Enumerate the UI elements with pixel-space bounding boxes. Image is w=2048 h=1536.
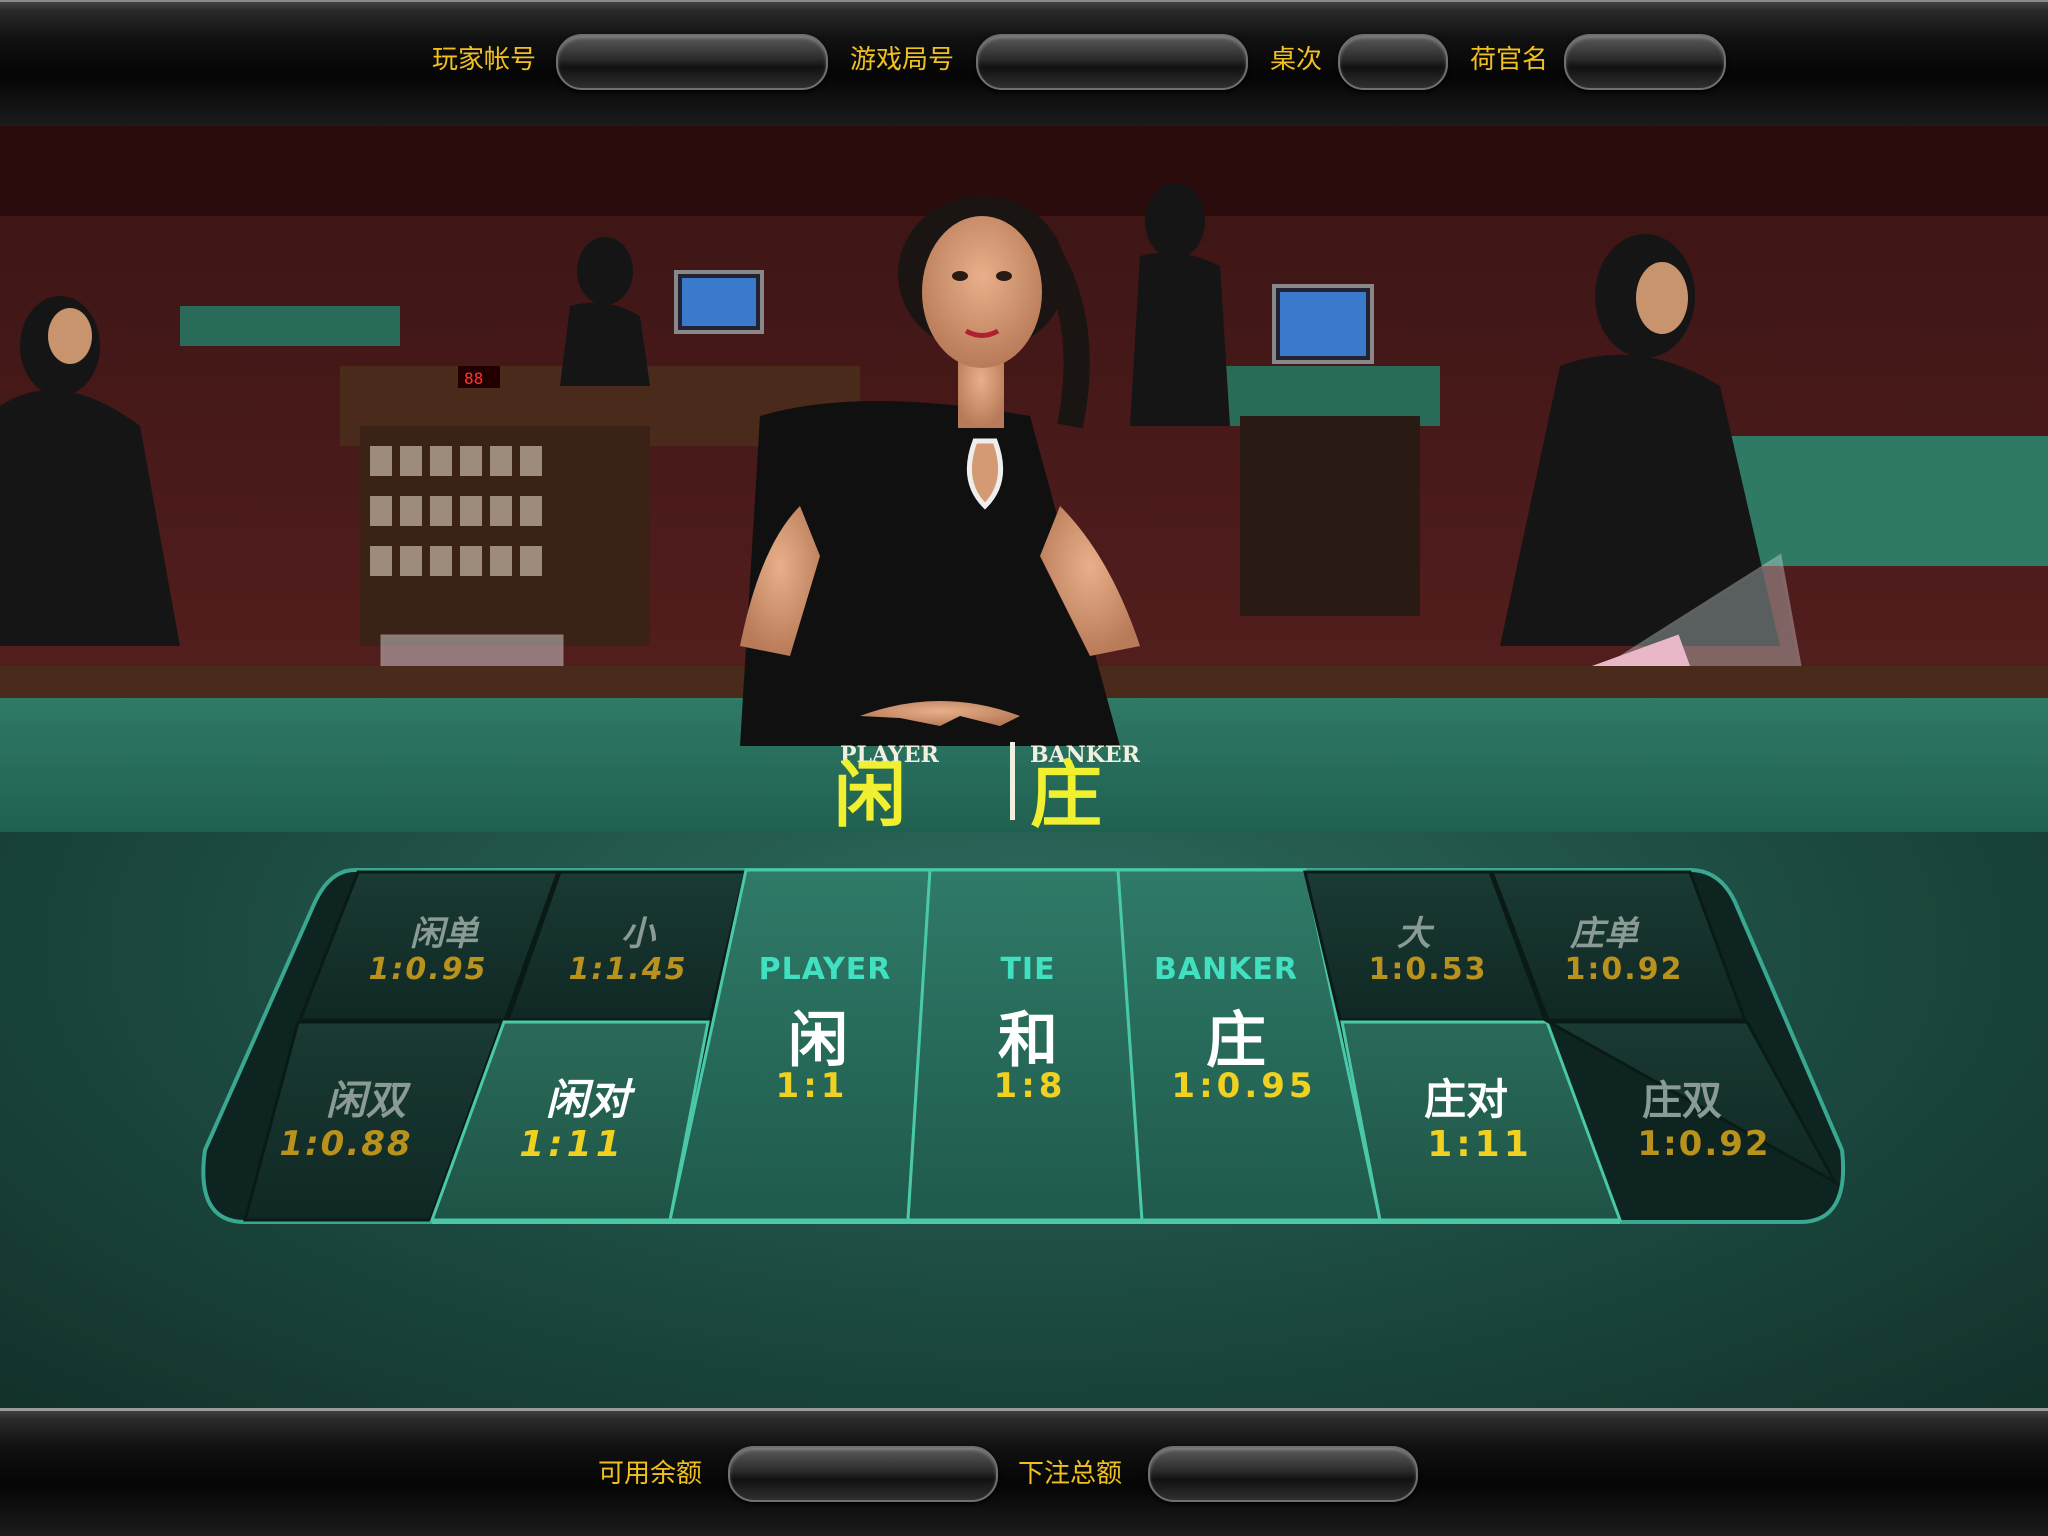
available-balance-label: 可用余额 xyxy=(598,1459,703,1489)
player-account-label: 玩家帐号 xyxy=(432,45,537,75)
small-odds: 1:1.45 xyxy=(568,952,688,987)
tie-odds: 1:8 xyxy=(993,1066,1067,1106)
svg-text:88: 88 xyxy=(464,369,483,388)
small-label: 小 xyxy=(621,914,655,954)
player-account-field xyxy=(556,34,828,90)
dealer-name-label: 荷官名 xyxy=(1470,45,1549,75)
banker-pair-label: 庄对 xyxy=(1423,1075,1509,1124)
dealer-scene-image: 88 PLAYER BANKER 闲 庄 xyxy=(0,126,2048,832)
player-odds: 1:1 xyxy=(775,1066,849,1106)
banker-odd-odds: 1:0.92 xyxy=(1564,952,1684,987)
total-bet-label: 下注总额 xyxy=(1018,1459,1123,1489)
table-label: 桌次 xyxy=(1270,45,1323,75)
round-number-field xyxy=(976,34,1248,90)
banker-title: BANKER xyxy=(1153,952,1299,987)
total-bet-field xyxy=(1148,1446,1418,1502)
banker-even-odds: 1:0.92 xyxy=(1637,1124,1771,1164)
player-even-label: 闲双 xyxy=(326,1078,406,1124)
player-pair-odds: 1:11 xyxy=(519,1124,625,1165)
round-number-label: 游戏局号 xyxy=(850,45,955,75)
player-odd-label: 闲单 xyxy=(410,914,478,954)
big-odds: 1:0.53 xyxy=(1368,952,1488,987)
bottom-info-bar: 可用余额 下注总额 xyxy=(0,1408,2048,1536)
available-balance-field xyxy=(728,1446,998,1502)
banker-pair-odds: 1:11 xyxy=(1427,1124,1533,1165)
top-info-bar: 玩家帐号 游戏局号 桌次 荷官名 xyxy=(0,0,2048,128)
player-odd-odds: 1:0.95 xyxy=(368,952,488,987)
banker-even-label: 庄双 xyxy=(1642,1078,1722,1124)
player-pair-label: 闲对 xyxy=(545,1075,631,1124)
banker-odds: 1:0.95 xyxy=(1171,1066,1317,1106)
tie-title: TIE xyxy=(1000,952,1056,987)
banker-odd-label: 庄单 xyxy=(1570,914,1638,954)
table-field xyxy=(1338,34,1448,90)
player-title: PLAYER xyxy=(758,952,892,987)
felt-logo-banker-zh: 庄 xyxy=(1030,753,1102,832)
player-even-odds: 1:0.88 xyxy=(279,1124,413,1164)
big-label: 大 xyxy=(1397,914,1431,954)
felt-logo-player-zh: 闲 xyxy=(834,753,906,832)
live-dealer-video: 88 PLAYER BANKER 闲 庄 xyxy=(0,126,2048,832)
dealer-name-field xyxy=(1564,34,1726,90)
